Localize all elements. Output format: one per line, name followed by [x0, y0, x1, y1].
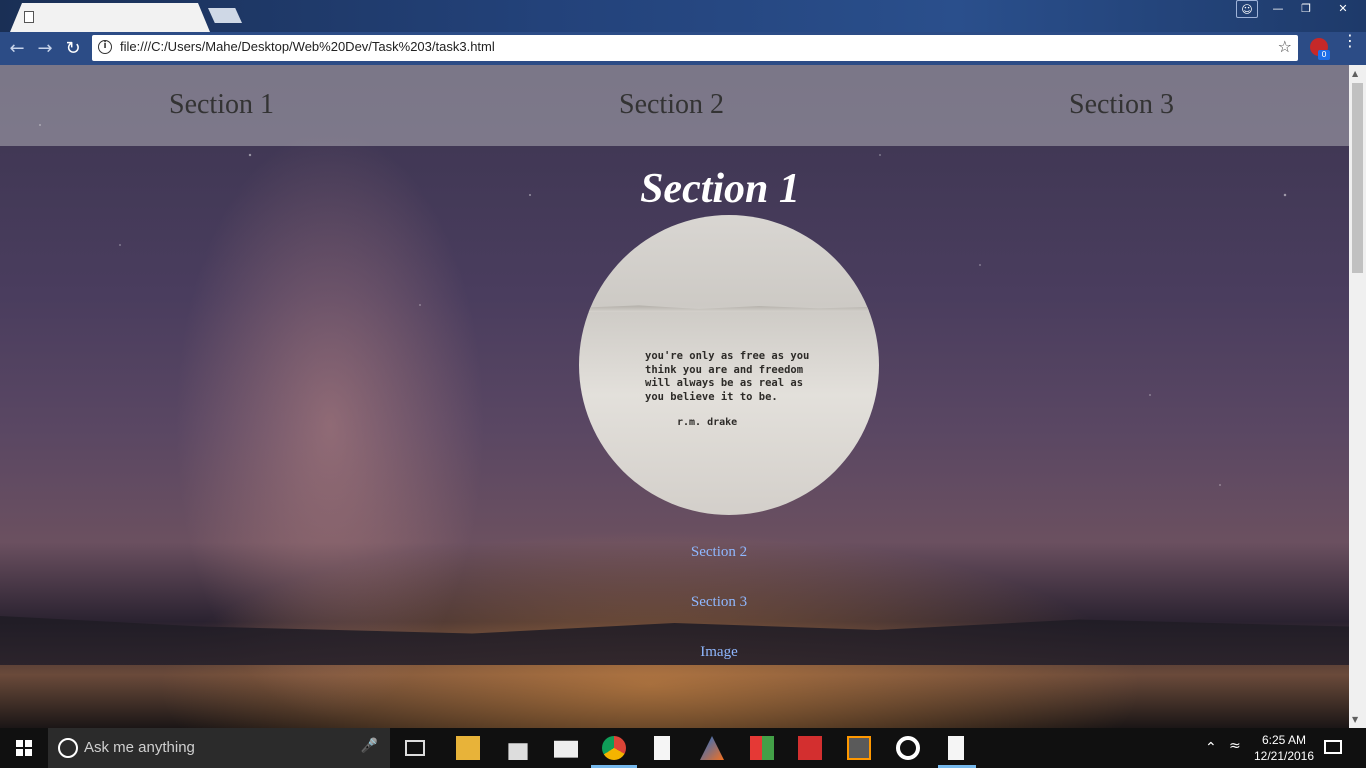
section-heading: Section 1 [640, 166, 800, 212]
nav-section-3[interactable]: Section 3 [1069, 89, 1174, 121]
chevron-up-icon[interactable]: ⌃ [1205, 740, 1229, 764]
vertical-scrollbar[interactable]: ▲ ▼ [1349, 65, 1366, 728]
cortana-icon [58, 738, 78, 758]
quote-text: you're only as free as you think you are… [645, 350, 810, 403]
user-profile-icon[interactable]: ☺ [1236, 0, 1258, 18]
info-icon[interactable]: i [98, 40, 112, 54]
page-viewport: Section 1 Section 2 Section 3 Section 1 … [0, 65, 1349, 728]
windows-start-icon[interactable] [16, 740, 32, 756]
restore-button[interactable]: ❐ [1292, 0, 1320, 18]
address-url: file:///C:/Users/Mahe/Desktop/Web%20Dev/… [120, 39, 495, 54]
forward-arrow-icon[interactable]: → [34, 38, 56, 60]
link-image[interactable]: Image [0, 644, 1349, 661]
link-section-3[interactable]: Section 3 [0, 594, 1349, 611]
reload-icon[interactable]: ↻ [62, 38, 84, 60]
file-explorer-icon[interactable] [456, 736, 480, 760]
camera-icon[interactable] [554, 740, 578, 758]
bookmark-star-icon[interactable]: ☆ [1278, 37, 1292, 56]
microphone-icon[interactable]: 🎤 [361, 738, 378, 754]
top-navbar: Section 1 Section 2 Section 3 [0, 65, 1349, 146]
task-view-icon[interactable] [405, 740, 425, 756]
window-controls: ☺ — ❐ ✕ [1236, 0, 1366, 20]
browser-tab[interactable] [10, 3, 210, 32]
close-button[interactable]: ✕ [1320, 0, 1366, 18]
page-icon [24, 11, 34, 23]
wifi-icon[interactable]: ≈ [1229, 738, 1253, 762]
acrobat-icon[interactable] [798, 736, 822, 760]
link-section-2[interactable]: Section 2 [0, 544, 1349, 561]
system-clock[interactable]: 6:25 AM 12/21/2016 [1252, 732, 1316, 764]
sublime-text-icon[interactable] [847, 736, 871, 760]
notifications-icon[interactable] [1324, 740, 1342, 754]
paper-tear [579, 305, 879, 312]
chrome-icon[interactable] [602, 736, 626, 760]
clock-time: 6:25 AM [1261, 733, 1307, 747]
nav-section-2[interactable]: Section 2 [619, 89, 724, 121]
quote-image: you're only as free as you think you are… [579, 215, 879, 515]
browser-menu-icon[interactable]: ⋮ [1342, 33, 1358, 49]
extension-badge: 0 [1318, 50, 1330, 60]
notepad-icon[interactable] [948, 736, 964, 760]
back-arrow-icon[interactable]: ← [6, 38, 28, 60]
nav-section-1[interactable]: Section 1 [169, 89, 274, 121]
scroll-down-arrow-icon[interactable]: ▼ [1352, 715, 1358, 724]
quote-author: r.m. drake [677, 417, 738, 428]
windows-taskbar: Ask me anything 🎤 ⌃ ≈ 6:25 AM 12/21/2016 [0, 728, 1366, 768]
taskbar-search-box[interactable]: Ask me anything 🎤 [48, 728, 390, 768]
search-placeholder: Ask me anything [84, 739, 195, 756]
scroll-thumb[interactable] [1352, 83, 1363, 273]
matlab-icon[interactable] [700, 736, 724, 760]
store-icon[interactable] [508, 743, 528, 760]
minimize-button[interactable]: — [1264, 0, 1292, 18]
new-tab-button[interactable] [208, 8, 242, 23]
media-player-icon[interactable] [896, 736, 920, 760]
address-bar[interactable]: i file:///C:/Users/Mahe/Desktop/Web%20De… [92, 35, 1298, 61]
browser-tab-strip: ☺ — ❐ ✕ [0, 0, 1366, 32]
scroll-up-arrow-icon[interactable]: ▲ [1352, 69, 1358, 78]
clock-date: 12/21/2016 [1253, 749, 1315, 763]
document-icon[interactable] [654, 736, 670, 760]
office-icon[interactable] [750, 736, 774, 760]
